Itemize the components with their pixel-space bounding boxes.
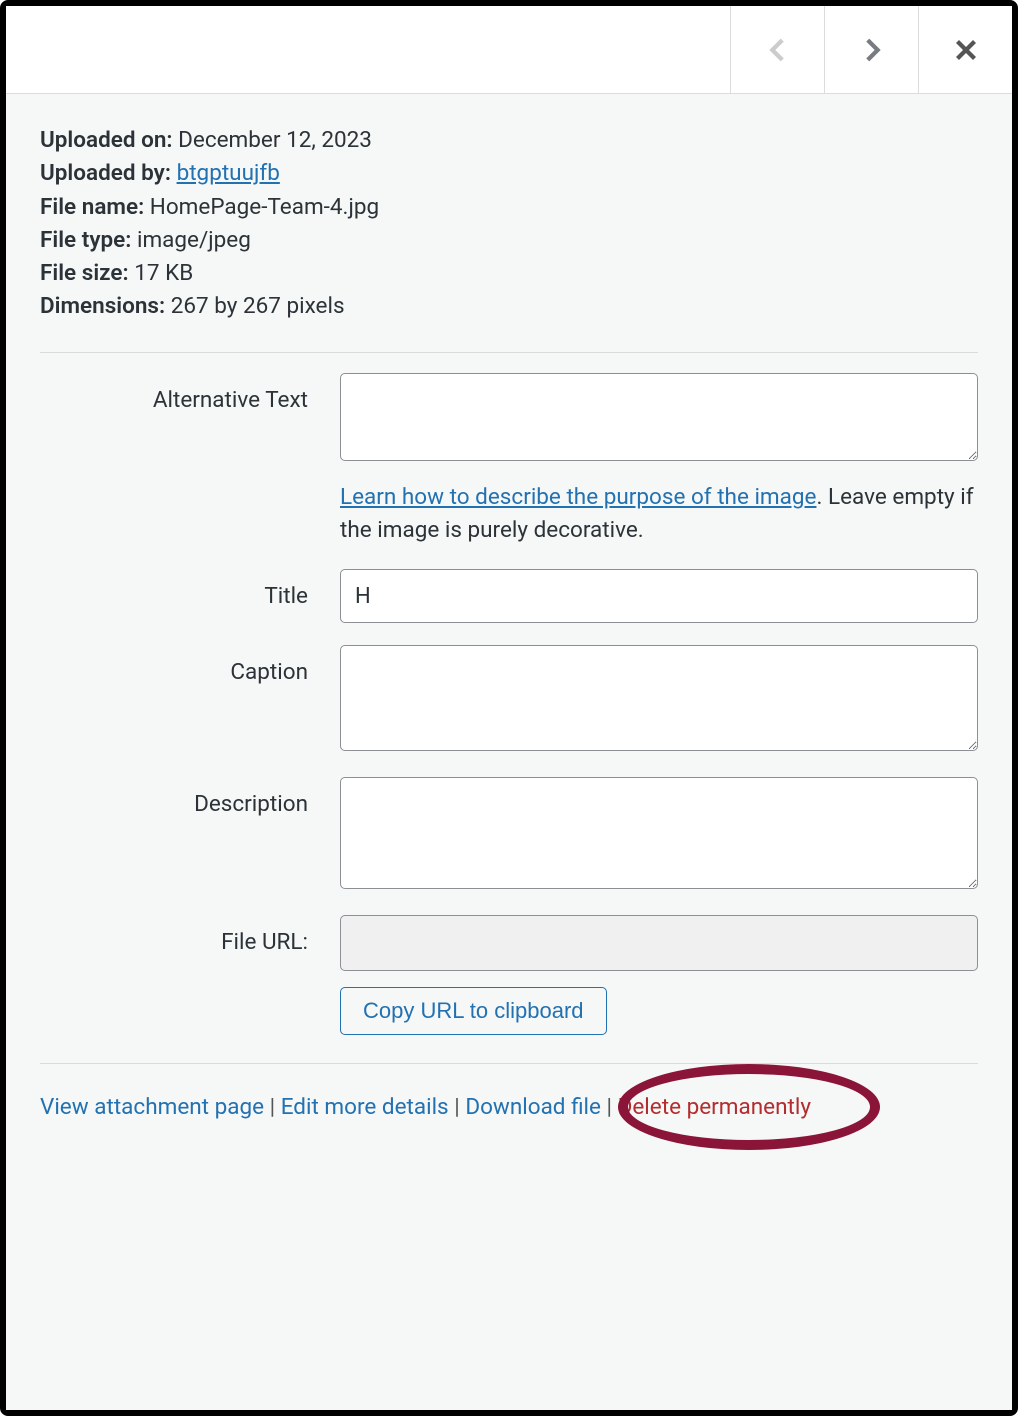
divider bbox=[40, 1063, 978, 1064]
view-attachment-link[interactable]: View attachment page bbox=[40, 1094, 264, 1120]
action-links: View attachment page | Edit more details… bbox=[40, 1094, 978, 1120]
edit-details-link[interactable]: Edit more details bbox=[281, 1094, 449, 1120]
uploaded-by-link[interactable]: btgptuujfb bbox=[177, 160, 280, 186]
file-name-value: HomePage-Team-4.jpg bbox=[150, 194, 379, 220]
details-panel: Uploaded on: December 12, 2023 Uploaded … bbox=[6, 94, 1012, 1410]
dimensions-label: Dimensions: bbox=[40, 293, 165, 319]
caption-label: Caption bbox=[40, 645, 340, 685]
caption-input[interactable] bbox=[340, 645, 978, 751]
modal-header bbox=[6, 6, 1012, 94]
delete-permanently-link[interactable]: Delete permanently bbox=[618, 1094, 811, 1120]
close-icon bbox=[949, 33, 983, 67]
description-input[interactable] bbox=[340, 777, 978, 889]
file-type-label: File type: bbox=[40, 227, 131, 253]
download-file-link[interactable]: Download file bbox=[465, 1094, 601, 1120]
copy-url-button[interactable]: Copy URL to clipboard bbox=[340, 987, 607, 1035]
chevron-right-icon bbox=[855, 33, 889, 67]
title-label: Title bbox=[40, 569, 340, 609]
prev-button[interactable] bbox=[730, 6, 824, 93]
title-input[interactable] bbox=[340, 569, 978, 623]
uploaded-on-label: Uploaded on: bbox=[40, 127, 173, 153]
file-url-label: File URL: bbox=[40, 915, 340, 955]
next-button[interactable] bbox=[824, 6, 918, 93]
alt-help-link[interactable]: Learn how to describe the purpose of the… bbox=[340, 484, 816, 510]
uploaded-by-label: Uploaded by: bbox=[40, 160, 171, 186]
uploaded-on-value: December 12, 2023 bbox=[178, 127, 372, 153]
divider bbox=[40, 352, 978, 353]
file-url-input[interactable] bbox=[340, 915, 978, 971]
file-name-label: File name: bbox=[40, 194, 144, 220]
file-size-label: File size: bbox=[40, 260, 129, 286]
close-button[interactable] bbox=[918, 6, 1012, 93]
attachment-meta: Uploaded on: December 12, 2023 Uploaded … bbox=[40, 124, 978, 324]
alt-text-label: Alternative Text bbox=[40, 373, 340, 413]
description-label: Description bbox=[40, 777, 340, 817]
file-type-value: image/jpeg bbox=[137, 227, 251, 253]
file-size-value: 17 KB bbox=[134, 260, 193, 286]
dimensions-value: 267 by 267 pixels bbox=[171, 293, 345, 319]
alt-text-input[interactable] bbox=[340, 373, 978, 461]
chevron-left-icon bbox=[761, 33, 795, 67]
